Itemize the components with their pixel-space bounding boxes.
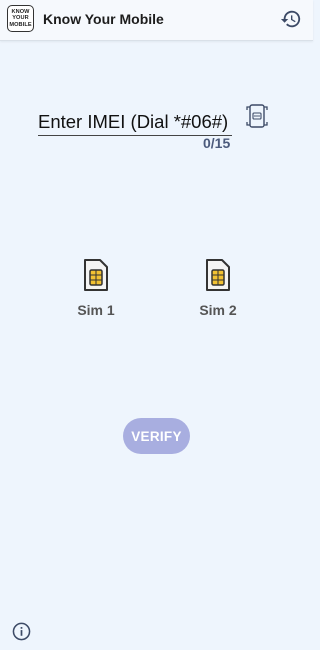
imei-input[interactable]: Enter IMEI (Dial *#06#) (38, 109, 232, 136)
sim-card-icon (84, 259, 108, 291)
sim-1-option[interactable]: Sim 1 (66, 258, 126, 324)
sim-card-icon (206, 259, 230, 291)
info-button[interactable] (12, 622, 31, 641)
app-title: Know Your Mobile (43, 11, 164, 27)
history-button[interactable] (280, 8, 302, 30)
logo-line-3: MOBILE (9, 21, 32, 28)
history-icon (280, 10, 301, 28)
imei-input-label: Enter IMEI (Dial *#06#) (38, 111, 229, 132)
imei-char-counter: 0/15 (203, 135, 231, 151)
info-icon (12, 622, 31, 641)
sim-2-label: Sim 2 (199, 302, 237, 318)
scan-icon (246, 104, 268, 128)
verify-button[interactable]: VERIFY (123, 418, 190, 454)
scan-imei-button[interactable] (246, 104, 268, 128)
sim-2-option[interactable]: Sim 2 (188, 258, 248, 324)
app-bar: KNOW YOUR MOBILE Know Your Mobile (0, 0, 313, 41)
app-logo: KNOW YOUR MOBILE (7, 5, 34, 32)
sim-1-label: Sim 1 (77, 302, 115, 318)
